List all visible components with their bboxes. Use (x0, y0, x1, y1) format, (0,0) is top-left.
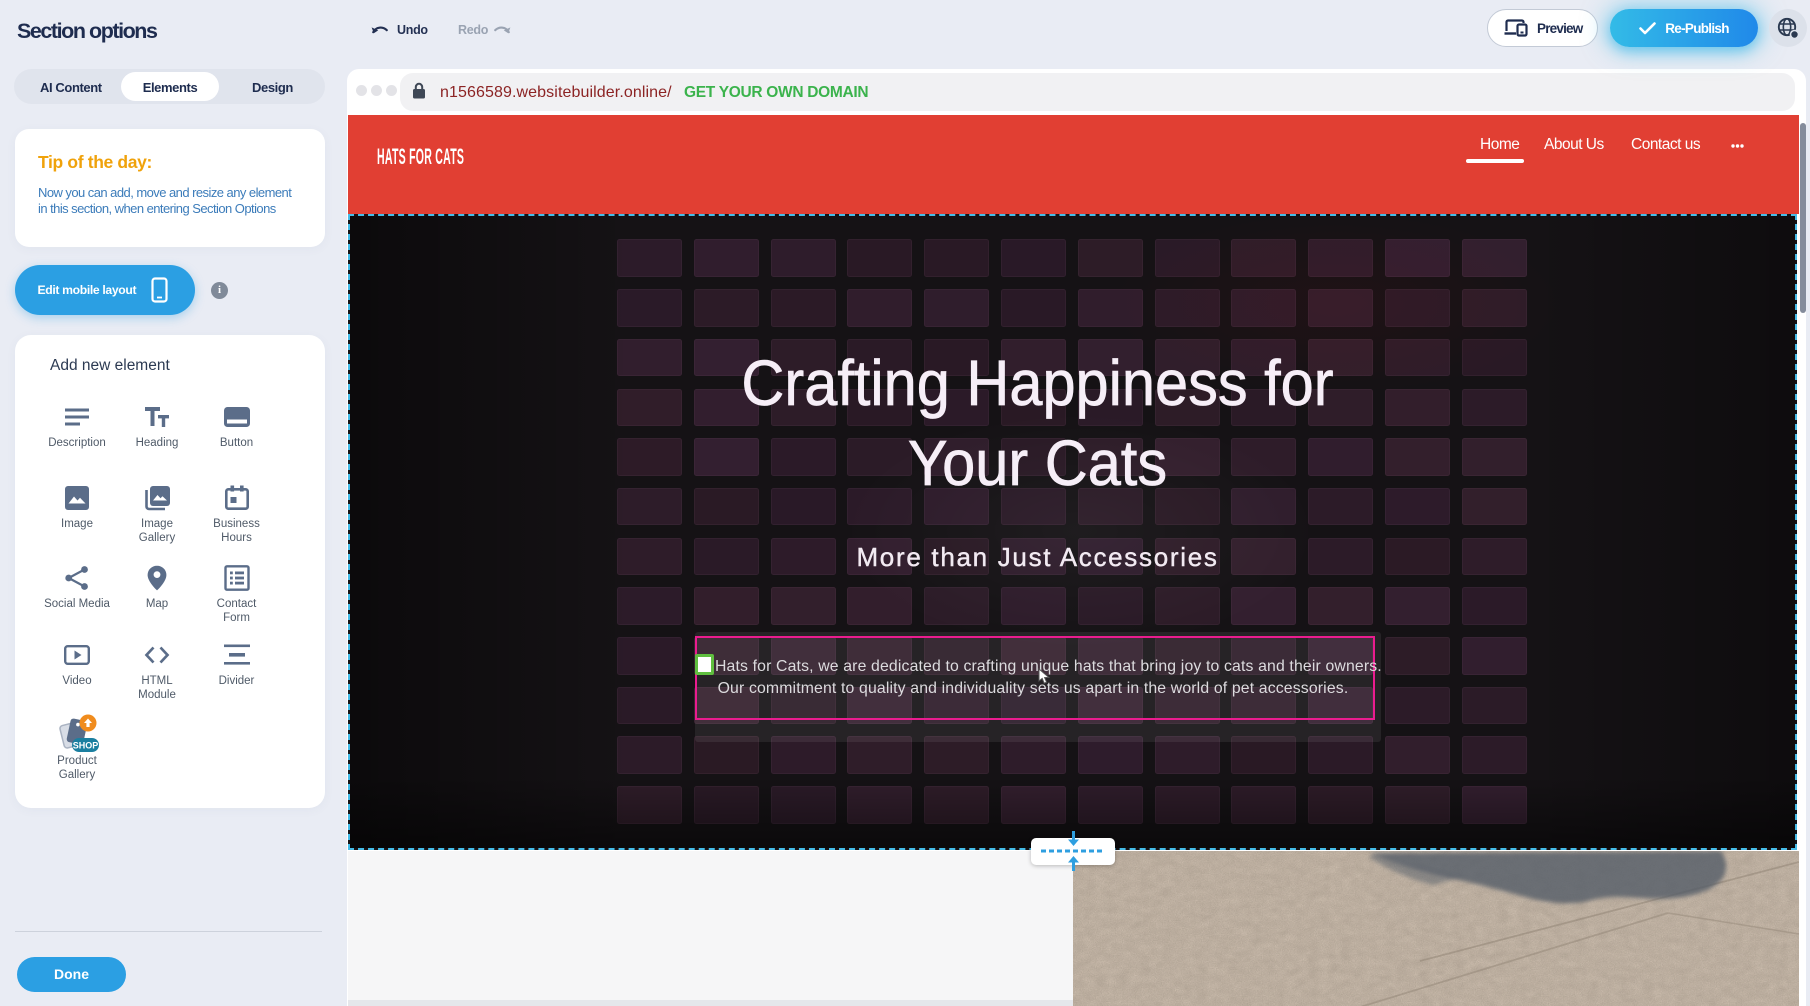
svg-text:SHOP: SHOP (73, 741, 99, 751)
